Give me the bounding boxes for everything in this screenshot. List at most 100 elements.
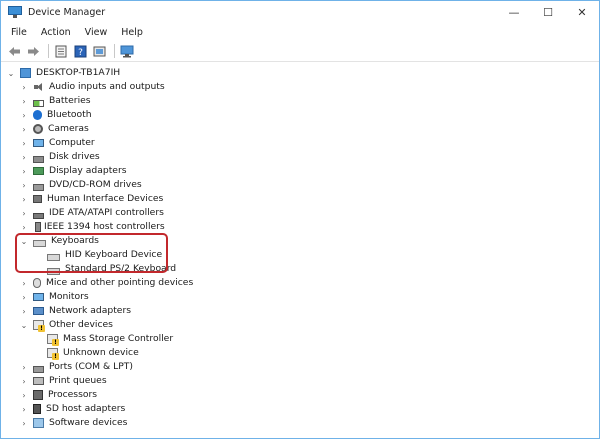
- tree-item-bluetooth[interactable]: › Bluetooth: [19, 108, 92, 122]
- tree-item-label: IEEE 1394 host controllers: [44, 221, 165, 232]
- toolbar: ?: [1, 41, 599, 62]
- scan-hardware-icon[interactable]: [119, 43, 135, 59]
- menu-action[interactable]: Action: [34, 24, 78, 41]
- tree-item-cameras[interactable]: › Cameras: [19, 122, 89, 136]
- tree-item-audio[interactable]: › Audio inputs and outputs: [19, 80, 165, 94]
- expand-caret-icon[interactable]: ›: [19, 388, 29, 402]
- tree-item-label: Audio inputs and outputs: [49, 81, 165, 92]
- printer-icon: [33, 377, 44, 385]
- disk-drive-icon: [33, 155, 44, 163]
- display-adapter-icon: [33, 167, 44, 175]
- tree-item-label: Processors: [48, 389, 98, 400]
- mouse-icon: [33, 278, 41, 288]
- other-devices-icon: [33, 320, 45, 332]
- expand-caret-icon[interactable]: ›: [19, 360, 29, 374]
- tree-item-processors[interactable]: › Processors: [19, 388, 97, 402]
- tree-item-dvd[interactable]: › DVD/CD-ROM drives: [19, 178, 142, 192]
- tree-item-label: Unknown device: [63, 347, 139, 358]
- expand-caret-icon[interactable]: ›: [19, 136, 29, 150]
- expand-caret-icon[interactable]: ›: [19, 122, 29, 136]
- expand-caret-icon[interactable]: ›: [19, 220, 29, 234]
- tree-item-label: Monitors: [49, 291, 89, 302]
- expand-caret-icon[interactable]: ›: [19, 416, 29, 430]
- tree-item-label: Network adapters: [49, 305, 132, 316]
- minimize-button[interactable]: —: [497, 1, 531, 24]
- tree-item-label: Computer: [49, 137, 95, 148]
- tree-item-label: Mass Storage Controller: [63, 333, 174, 344]
- tree-item-mice[interactable]: › Mice and other pointing devices: [19, 276, 193, 290]
- svg-text:?: ?: [78, 48, 83, 58]
- device-tree[interactable]: ⌄ DESKTOP-TB1A7IH › Audio inputs and out…: [1, 63, 599, 438]
- toolbar-separator: [114, 44, 115, 58]
- tree-item-label: Bluetooth: [47, 109, 92, 120]
- title-bar[interactable]: Device Manager — ☐ ✕: [1, 1, 599, 24]
- computer-icon: [33, 139, 44, 147]
- tree-child-mass-storage[interactable]: Mass Storage Controller: [43, 332, 173, 346]
- tree-item-ports[interactable]: › Ports (COM & LPT): [19, 360, 133, 374]
- tree-item-monitors[interactable]: › Monitors: [19, 290, 89, 304]
- tree-item-label: Software devices: [49, 417, 128, 428]
- tree-item-label: Ports (COM & LPT): [49, 361, 133, 372]
- menu-view[interactable]: View: [78, 24, 115, 41]
- back-arrow-icon[interactable]: [6, 43, 22, 59]
- expand-caret-icon[interactable]: ›: [19, 164, 29, 178]
- properties-icon[interactable]: [53, 43, 69, 59]
- root-label: DESKTOP-TB1A7IH: [36, 67, 121, 78]
- tree-item-label: Display adapters: [49, 165, 127, 176]
- bluetooth-icon: [33, 110, 42, 120]
- tree-item-label: Other devices: [49, 319, 113, 330]
- expand-caret-icon[interactable]: ›: [19, 108, 29, 122]
- menu-file[interactable]: File: [4, 24, 34, 41]
- maximize-button[interactable]: ☐: [531, 1, 565, 24]
- help-icon[interactable]: ?: [72, 43, 88, 59]
- menu-bar: File Action View Help: [1, 24, 599, 41]
- update-driver-icon[interactable]: [91, 43, 107, 59]
- tree-item-software-devices[interactable]: › Software devices: [19, 416, 127, 430]
- expand-caret-icon[interactable]: ›: [19, 178, 29, 192]
- expand-caret-icon[interactable]: ›: [19, 206, 29, 220]
- expand-caret-icon[interactable]: ›: [19, 150, 29, 164]
- tree-child-unknown-device[interactable]: Unknown device: [43, 346, 139, 360]
- tree-item-label: IDE ATA/ATAPI controllers: [49, 207, 164, 218]
- tree-item-label: Print queues: [49, 375, 107, 386]
- toolbar-separator: [48, 44, 49, 58]
- tree-root[interactable]: ⌄ DESKTOP-TB1A7IH: [6, 66, 120, 80]
- collapse-caret-icon[interactable]: ⌄: [19, 318, 29, 332]
- expand-caret-icon[interactable]: ›: [19, 276, 29, 290]
- expand-caret-icon[interactable]: ›: [19, 402, 29, 416]
- collapse-caret-icon[interactable]: ⌄: [6, 66, 16, 80]
- forward-arrow-icon[interactable]: [25, 43, 41, 59]
- ieee1394-icon: [35, 222, 41, 232]
- expand-caret-icon[interactable]: ›: [19, 304, 29, 318]
- tree-item-label: DVD/CD-ROM drives: [49, 179, 142, 190]
- network-adapter-icon: [33, 307, 44, 315]
- tree-item-disk-drives[interactable]: › Disk drives: [19, 150, 100, 164]
- tree-item-computer[interactable]: › Computer: [19, 136, 95, 150]
- expand-caret-icon[interactable]: ›: [19, 80, 29, 94]
- ports-icon: [33, 365, 44, 373]
- tree-item-network-adapters[interactable]: › Network adapters: [19, 304, 131, 318]
- tree-item-print-queues[interactable]: › Print queues: [19, 374, 107, 388]
- tree-item-label: Batteries: [49, 95, 91, 106]
- software-device-icon: [33, 418, 44, 428]
- expand-caret-icon[interactable]: ›: [19, 94, 29, 108]
- tree-item-sd-host[interactable]: › SD host adapters: [19, 402, 125, 416]
- warning-device-icon: [47, 348, 59, 360]
- tree-item-label: Cameras: [48, 123, 89, 134]
- close-button[interactable]: ✕: [565, 1, 599, 24]
- speaker-icon: [33, 82, 44, 92]
- battery-icon: [33, 99, 44, 107]
- expand-caret-icon[interactable]: ›: [19, 290, 29, 304]
- menu-help[interactable]: Help: [114, 24, 150, 41]
- tree-item-batteries[interactable]: › Batteries: [19, 94, 91, 108]
- tree-item-ide[interactable]: › IDE ATA/ATAPI controllers: [19, 206, 164, 220]
- expand-caret-icon[interactable]: ›: [19, 192, 29, 206]
- ide-controller-icon: [33, 213, 44, 219]
- expand-caret-icon[interactable]: ›: [19, 374, 29, 388]
- tree-item-ieee1394[interactable]: › IEEE 1394 host controllers: [19, 220, 165, 234]
- tree-item-other-devices[interactable]: ⌄ Other devices: [19, 318, 113, 332]
- hid-icon: [33, 195, 42, 203]
- device-manager-window: Device Manager — ☐ ✕ File Action View He…: [0, 0, 600, 439]
- tree-item-display-adapters[interactable]: › Display adapters: [19, 164, 127, 178]
- tree-item-hid[interactable]: › Human Interface Devices: [19, 192, 163, 206]
